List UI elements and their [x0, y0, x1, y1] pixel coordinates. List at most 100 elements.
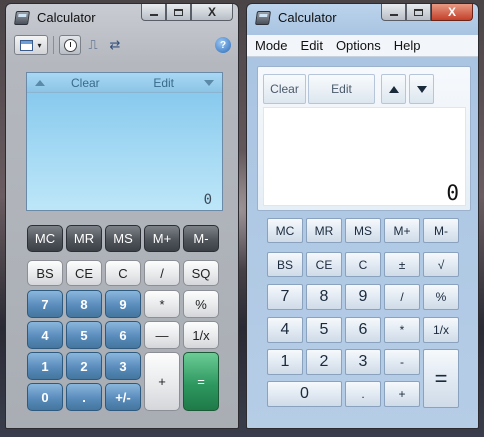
- digit-9-button[interactable]: 9: [345, 284, 381, 310]
- history-clear-button[interactable]: Clear: [263, 74, 306, 104]
- memory-add-button[interactable]: M+: [384, 218, 420, 243]
- view-mode-button[interactable]: ▾: [14, 35, 48, 55]
- memory-subtract-button[interactable]: M-: [183, 225, 219, 252]
- memory-store-button[interactable]: MS: [105, 225, 141, 252]
- close-button[interactable]: X: [191, 4, 233, 21]
- scroll-up-icon[interactable]: [35, 79, 45, 86]
- subtract-button[interactable]: —: [144, 321, 180, 349]
- title-bar[interactable]: Calculator X: [247, 4, 478, 30]
- swap-button[interactable]: ⇄: [105, 35, 125, 55]
- menu-bar: Mode Edit Options Help: [247, 35, 478, 57]
- arrow-up-icon: [388, 85, 399, 93]
- decimal-button[interactable]: .: [66, 383, 102, 411]
- divide-button[interactable]: /: [384, 284, 420, 310]
- digit-8-button[interactable]: 8: [66, 290, 102, 318]
- calculator-window-classic: Calculator X Mode Edit Options Help Clea…: [246, 3, 479, 429]
- clear-entry-button[interactable]: CE: [66, 260, 102, 286]
- memory-recall-button[interactable]: MR: [66, 225, 102, 252]
- history-up-button[interactable]: [381, 74, 406, 104]
- minimize-button[interactable]: [141, 4, 166, 21]
- multiply-button[interactable]: *: [384, 317, 420, 343]
- clear-entry-button[interactable]: CE: [306, 252, 342, 277]
- negate-button[interactable]: ±: [384, 252, 420, 277]
- digit-2-button[interactable]: 2: [306, 349, 342, 375]
- reciprocal-button[interactable]: 1/x: [183, 321, 219, 349]
- digit-2-button[interactable]: 2: [66, 352, 102, 380]
- window-title: Calculator: [37, 10, 96, 25]
- calculator-view-icon: [20, 39, 34, 51]
- calculator-window-gadget: Calculator X ▾ ⎍ ⇄ ? Clear Edit 0 MC MR …: [5, 3, 239, 429]
- digit-0-button[interactable]: 0: [27, 383, 63, 411]
- digit-7-button[interactable]: 7: [267, 284, 303, 310]
- history-edit-button[interactable]: Edit: [308, 74, 375, 104]
- close-icon: X: [207, 5, 216, 19]
- display-panel: Clear Edit 0: [26, 72, 223, 211]
- subtract-button[interactable]: -: [384, 349, 420, 375]
- calculator-app-icon: [255, 11, 271, 25]
- digit-6-button[interactable]: 6: [345, 317, 381, 343]
- menu-mode[interactable]: Mode: [250, 38, 293, 53]
- menu-edit[interactable]: Edit: [296, 38, 328, 53]
- percent-button[interactable]: %: [423, 284, 459, 310]
- digit-9-button[interactable]: 9: [105, 290, 141, 318]
- maximize-button[interactable]: [166, 4, 191, 21]
- digit-3-button[interactable]: 3: [345, 349, 381, 375]
- help-button[interactable]: ?: [215, 37, 231, 53]
- digit-0-button[interactable]: 0: [267, 381, 342, 407]
- window-title: Calculator: [278, 10, 337, 25]
- scroll-down-icon[interactable]: [204, 79, 214, 86]
- digit-1-button[interactable]: 1: [27, 352, 63, 380]
- window-controls: X: [141, 4, 233, 21]
- minimize-icon: [149, 13, 158, 16]
- title-bar[interactable]: Calculator X: [6, 4, 238, 30]
- history-clear-button[interactable]: Clear: [71, 76, 100, 90]
- memory-recall-button[interactable]: MR: [306, 218, 342, 243]
- menu-help[interactable]: Help: [389, 38, 426, 53]
- percent-button[interactable]: %: [183, 290, 219, 318]
- digit-3-button[interactable]: 3: [105, 352, 141, 380]
- digit-6-button[interactable]: 6: [105, 321, 141, 349]
- digit-8-button[interactable]: 8: [306, 284, 342, 310]
- display-screen: 0: [263, 107, 466, 206]
- history-bar: Clear Edit: [27, 73, 222, 93]
- close-icon: X: [447, 5, 456, 19]
- add-button[interactable]: +: [144, 352, 180, 411]
- digit-7-button[interactable]: 7: [27, 290, 63, 318]
- memory-subtract-button[interactable]: M-: [423, 218, 459, 243]
- history-button[interactable]: [59, 35, 81, 55]
- memory-add-button[interactable]: M+: [144, 225, 180, 252]
- close-button[interactable]: X: [431, 4, 473, 21]
- memory-clear-button[interactable]: MC: [267, 218, 303, 243]
- square-root-button[interactable]: √: [423, 252, 459, 277]
- history-down-button[interactable]: [409, 74, 434, 104]
- equals-button[interactable]: =: [423, 349, 459, 408]
- negate-button[interactable]: +/-: [105, 383, 141, 411]
- graph-button[interactable]: ⎍: [83, 35, 103, 55]
- divide-button[interactable]: /: [144, 260, 180, 286]
- backspace-button[interactable]: BS: [267, 252, 303, 277]
- square-button[interactable]: SQ: [183, 260, 219, 286]
- menu-options[interactable]: Options: [331, 38, 386, 53]
- history-edit-button[interactable]: Edit: [153, 76, 174, 90]
- digit-5-button[interactable]: 5: [66, 321, 102, 349]
- digit-4-button[interactable]: 4: [27, 321, 63, 349]
- digit-5-button[interactable]: 5: [306, 317, 342, 343]
- decimal-button[interactable]: .: [345, 381, 381, 407]
- digit-4-button[interactable]: 4: [267, 317, 303, 343]
- display-panel: Clear Edit 0: [257, 66, 471, 211]
- reciprocal-button[interactable]: 1/x: [423, 317, 459, 343]
- add-button[interactable]: +: [384, 381, 420, 407]
- digit-1-button[interactable]: 1: [267, 349, 303, 375]
- clear-button[interactable]: C: [105, 260, 141, 286]
- chevron-down-icon: ▾: [37, 40, 42, 50]
- maximize-button[interactable]: [406, 4, 431, 21]
- clear-button[interactable]: C: [345, 252, 381, 277]
- backspace-button[interactable]: BS: [27, 260, 63, 286]
- memory-store-button[interactable]: MS: [345, 218, 381, 243]
- multiply-button[interactable]: *: [144, 290, 180, 318]
- help-icon: ?: [219, 39, 227, 51]
- memory-clear-button[interactable]: MC: [27, 225, 63, 252]
- equals-button[interactable]: =: [183, 352, 219, 411]
- display-value: 0: [203, 192, 212, 208]
- minimize-button[interactable]: [381, 4, 406, 21]
